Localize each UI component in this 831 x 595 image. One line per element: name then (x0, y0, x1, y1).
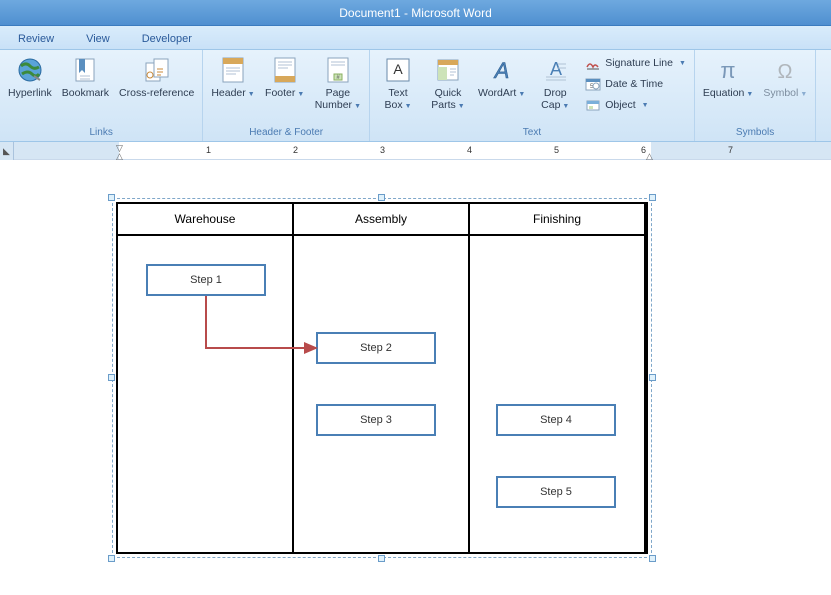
ribbon: Hyperlink Bookmark Cross-reference Links… (0, 50, 831, 142)
hyperlink-button[interactable]: Hyperlink (4, 53, 56, 101)
bookmark-icon (70, 55, 100, 85)
resize-handle-ne[interactable] (649, 194, 656, 201)
wordart-button[interactable]: A WordArt▼ (474, 53, 529, 101)
group-label-hf: Header & Footer (207, 125, 365, 141)
resize-handle-se[interactable] (649, 555, 656, 562)
footer-button[interactable]: Footer▼ (261, 53, 309, 101)
svg-text:A: A (492, 58, 509, 83)
svg-text:π: π (721, 58, 736, 83)
selected-diagram-object[interactable]: Warehouse Assembly Finishing Step 1 Step… (112, 198, 652, 558)
tab-review[interactable]: Review (4, 29, 68, 49)
svg-text:Ω: Ω (778, 61, 793, 83)
chevron-down-icon: ▼ (297, 91, 304, 98)
resize-handle-e[interactable] (649, 374, 656, 381)
chevron-down-icon: ▼ (248, 91, 255, 98)
quick-parts-button[interactable]: Quick Parts▼ (424, 53, 472, 113)
symbol-button[interactable]: Ω Symbol▼ (759, 53, 811, 101)
bookmark-button[interactable]: Bookmark (58, 53, 113, 101)
header-icon (218, 55, 248, 85)
signature-line-button[interactable]: Signature Line▼ (581, 53, 690, 73)
tab-view[interactable]: View (72, 29, 124, 49)
step-2-box[interactable]: Step 2 (316, 332, 436, 364)
object-button[interactable]: Object▼ (581, 95, 690, 115)
resize-handle-s[interactable] (378, 555, 385, 562)
chevron-down-icon: ▼ (746, 91, 753, 98)
text-box-icon: A (383, 55, 413, 85)
document-title: Document1 - Microsoft Word (339, 6, 492, 20)
lane-header-finishing: Finishing (470, 204, 644, 236)
resize-handle-nw[interactable] (108, 194, 115, 201)
wordart-icon: A (487, 55, 517, 85)
page: Warehouse Assembly Finishing Step 1 Step… (14, 168, 804, 588)
tab-selector[interactable]: ◣ (0, 142, 14, 160)
step-3-box[interactable]: Step 3 (316, 404, 436, 436)
title-bar: Document1 - Microsoft Word (0, 0, 831, 26)
text-box-button[interactable]: A Text Box▼ (374, 53, 422, 113)
chevron-down-icon: ▼ (679, 60, 686, 67)
signature-icon (585, 55, 601, 71)
horizontal-ruler[interactable]: ◣ ▽ △ △ 1 2 3 4 5 6 7 (0, 142, 831, 160)
resize-handle-w[interactable] (108, 374, 115, 381)
page-number-icon: # (323, 55, 353, 85)
date-time-icon: 5 (585, 76, 601, 92)
group-text: A Text Box▼ Quick Parts▼ A WordArt▼ A Dr… (370, 50, 695, 141)
chevron-down-icon: ▼ (518, 91, 525, 98)
resize-handle-sw[interactable] (108, 555, 115, 562)
svg-text:A: A (550, 59, 562, 79)
symbol-icon: Ω (770, 55, 800, 85)
cross-reference-icon (142, 55, 172, 85)
svg-text:A: A (393, 61, 403, 77)
group-label-symbols: Symbols (699, 125, 811, 141)
tab-developer[interactable]: Developer (128, 29, 206, 49)
object-icon (585, 97, 601, 113)
group-label-links: Links (4, 125, 198, 141)
lane-assembly: Assembly (294, 204, 470, 552)
step-5-box[interactable]: Step 5 (496, 476, 616, 508)
chevron-down-icon: ▼ (354, 103, 361, 110)
group-header-footer: Header▼ Footer▼ # Page Number▼ Header & … (203, 50, 370, 141)
group-symbols: π Equation▼ Ω Symbol▼ Symbols (695, 50, 816, 141)
lane-header-warehouse: Warehouse (118, 204, 292, 236)
cross-reference-button[interactable]: Cross-reference (115, 53, 198, 101)
page-number-button[interactable]: # Page Number▼ (311, 53, 365, 113)
chevron-down-icon: ▼ (800, 91, 807, 98)
resize-handle-n[interactable] (378, 194, 385, 201)
swimlane-diagram: Warehouse Assembly Finishing Step 1 Step… (116, 202, 648, 554)
ribbon-tabs: Review View Developer (0, 26, 831, 50)
chevron-down-icon: ▼ (562, 103, 569, 110)
quick-parts-icon (433, 55, 463, 85)
header-button[interactable]: Header▼ (207, 53, 258, 101)
globe-icon (15, 55, 45, 85)
step-4-box[interactable]: Step 4 (496, 404, 616, 436)
date-time-button[interactable]: 5 Date & Time (581, 74, 690, 94)
drop-cap-icon: A (540, 55, 570, 85)
equation-icon: π (713, 55, 743, 85)
drop-cap-button[interactable]: A Drop Cap▼ (531, 53, 579, 113)
footer-icon (270, 55, 300, 85)
equation-button[interactable]: π Equation▼ (699, 53, 757, 101)
chevron-down-icon: ▼ (405, 103, 412, 110)
step-1-box[interactable]: Step 1 (146, 264, 266, 296)
chevron-down-icon: ▼ (642, 102, 649, 109)
group-label-text: Text (374, 125, 690, 141)
group-links: Hyperlink Bookmark Cross-reference Links (0, 50, 203, 141)
document-area[interactable]: Warehouse Assembly Finishing Step 1 Step… (0, 160, 831, 595)
lane-warehouse: Warehouse (118, 204, 294, 552)
lane-header-assembly: Assembly (294, 204, 468, 236)
chevron-down-icon: ▼ (458, 103, 465, 110)
